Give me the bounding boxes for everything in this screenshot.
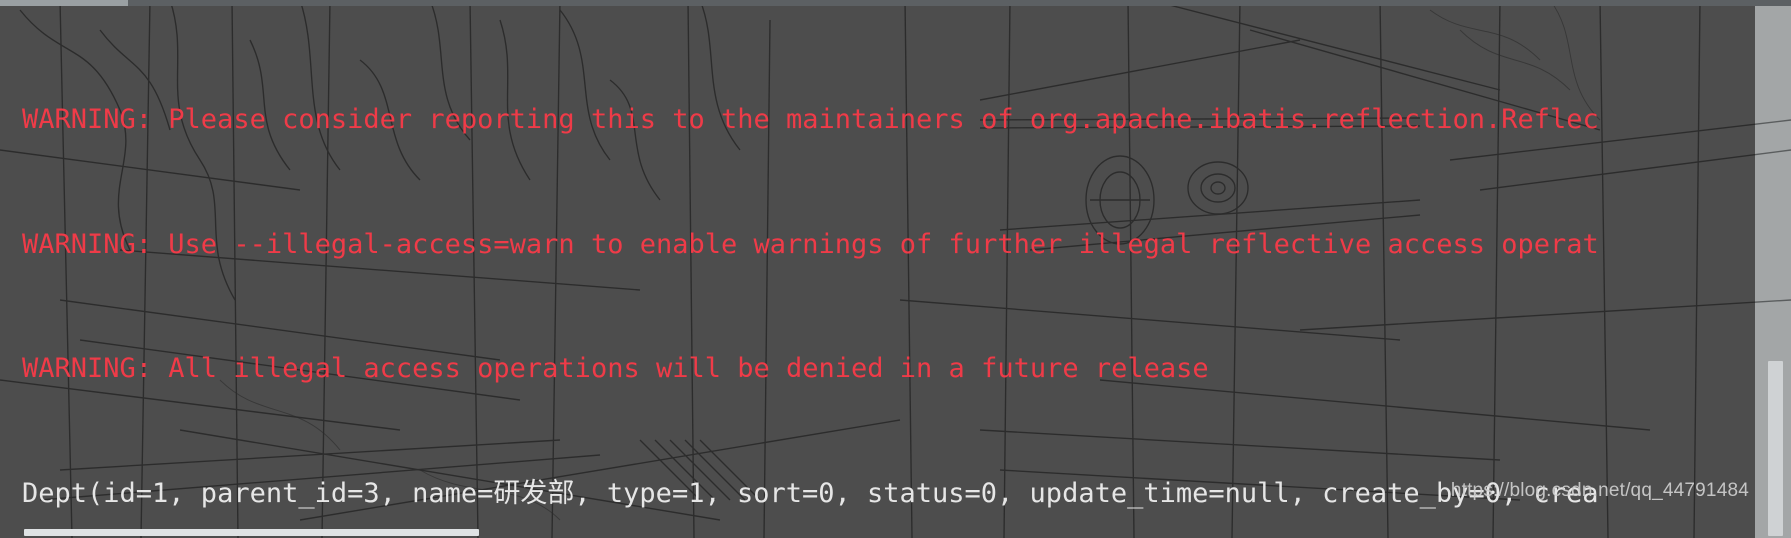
- blog-watermark: https://blog.csdn.net/qq_44791484: [1450, 480, 1749, 501]
- horizontal-scrollbar-track[interactable]: [0, 529, 1755, 538]
- vertical-scrollbar-thumb[interactable]: [1768, 361, 1783, 536]
- console-line-warning-1: WARNING: Please consider reporting this …: [22, 104, 1599, 135]
- horizontal-scrollbar-thumb[interactable]: [24, 529, 479, 536]
- console-line-warning-3: WARNING: All illegal access operations w…: [22, 353, 1209, 384]
- console-text: WARNING: Please consider reporting this …: [0, 6, 1755, 538]
- console-line-warning-2: WARNING: Use --illegal-access=warn to en…: [22, 228, 1599, 260]
- console-output-panel[interactable]: WARNING: Please consider reporting this …: [0, 0, 1791, 538]
- vertical-scrollbar-track[interactable]: [1755, 6, 1791, 538]
